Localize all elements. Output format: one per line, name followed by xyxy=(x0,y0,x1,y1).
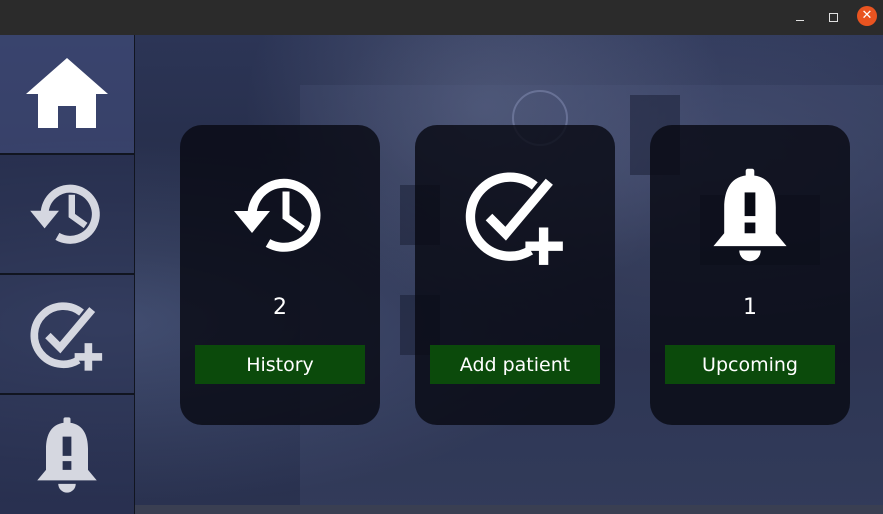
close-icon: ✕ xyxy=(861,8,873,23)
maximize-button[interactable] xyxy=(824,8,842,26)
sidebar xyxy=(0,35,135,514)
history-icon xyxy=(234,178,321,252)
add-patient-card: Add patient xyxy=(415,125,615,425)
close-button[interactable]: ✕ xyxy=(857,6,877,26)
home-icon xyxy=(26,58,108,128)
bottom-strip xyxy=(135,505,883,514)
minimize-button[interactable] xyxy=(791,8,809,26)
check-plus-icon xyxy=(465,172,563,265)
sidebar-item-alerts[interactable] xyxy=(0,395,135,514)
history-count: 2 xyxy=(273,295,287,320)
history-card: 2 History xyxy=(180,125,380,425)
history-button[interactable]: History xyxy=(195,345,365,384)
bell-alert-icon xyxy=(713,168,787,262)
sidebar-item-home[interactable] xyxy=(0,35,135,155)
card-icon-container xyxy=(690,160,810,270)
check-plus-icon xyxy=(30,302,103,371)
upcoming-card: 1 Upcoming xyxy=(650,125,850,425)
bell-alert-icon xyxy=(37,416,97,493)
sidebar-item-add-patient[interactable] xyxy=(0,275,135,395)
card-icon-container xyxy=(455,160,575,270)
history-icon xyxy=(30,184,100,244)
upcoming-count: 1 xyxy=(743,295,757,320)
upcoming-button[interactable]: Upcoming xyxy=(665,345,835,384)
sidebar-item-history[interactable] xyxy=(0,155,135,275)
title-bar: ✕ xyxy=(0,0,883,35)
minimize-icon xyxy=(796,19,804,21)
card-icon-container xyxy=(220,160,340,270)
maximize-icon xyxy=(828,12,838,22)
add-patient-button[interactable]: Add patient xyxy=(430,345,600,384)
